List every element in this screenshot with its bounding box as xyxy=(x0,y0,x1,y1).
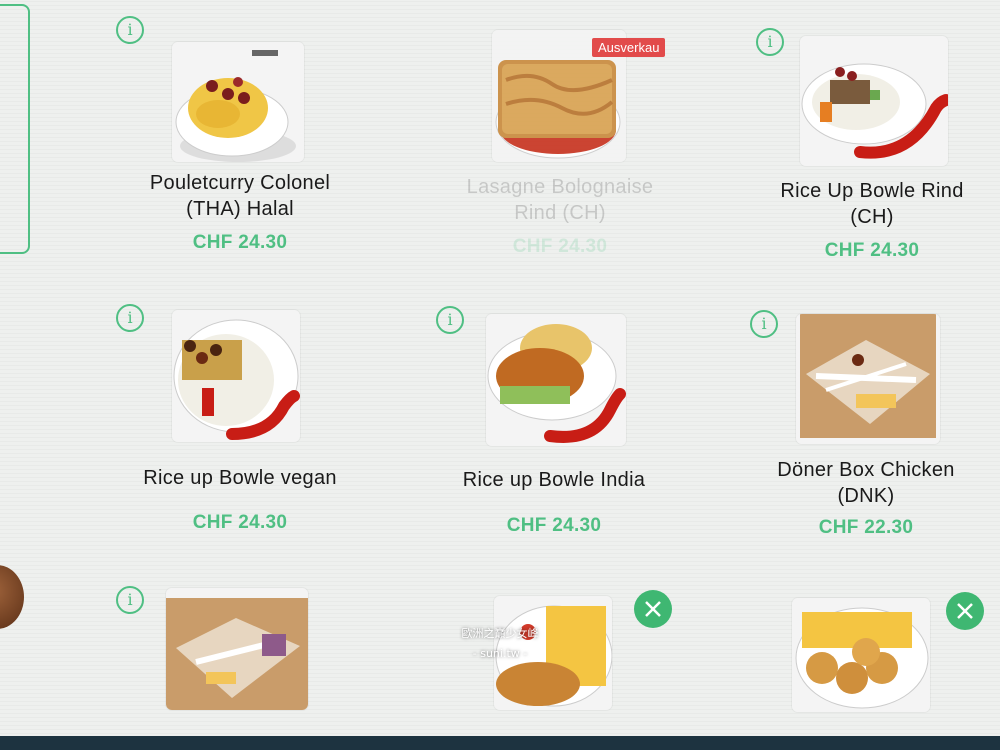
food-photo xyxy=(792,598,930,712)
food-photo xyxy=(172,42,304,162)
item-price: CHF 24.30 xyxy=(192,512,288,533)
item-name: Rice Up Bowle Rind (CH) xyxy=(780,180,964,228)
item-price: CHF 22.30 xyxy=(818,517,914,538)
sold-out-badge: Ausverkau xyxy=(592,38,666,57)
food-photo xyxy=(800,36,948,166)
item-name: Pouletcurry Colonel (THA) Halal xyxy=(149,172,331,220)
info-icon[interactable]: i xyxy=(116,304,144,332)
item-name: Lasagne Bolognaise Rind (CH) xyxy=(466,176,654,224)
food-photo xyxy=(796,314,940,444)
item-name: Rice up Bowle India xyxy=(462,469,646,491)
item-name: Rice up Bowle vegan xyxy=(143,467,337,489)
finger-overlay xyxy=(0,565,24,629)
food-photo xyxy=(166,588,308,710)
info-icon[interactable]: i xyxy=(436,306,464,334)
food-photo xyxy=(486,314,626,446)
watermark: 歐洲之巔少女峰 - suni.tw - xyxy=(461,627,539,660)
food-photo xyxy=(172,310,300,442)
item-price: CHF 24.30 xyxy=(512,236,608,257)
info-icon[interactable]: i xyxy=(116,586,144,614)
bottom-bar xyxy=(0,736,1000,750)
fork-knife-icon[interactable] xyxy=(946,592,984,630)
item-price: CHF 24.30 xyxy=(824,240,920,261)
info-icon[interactable]: i xyxy=(750,310,778,338)
info-icon[interactable]: i xyxy=(756,28,784,56)
fork-knife-icon[interactable] xyxy=(634,590,672,628)
item-price: CHF 24.30 xyxy=(506,515,602,536)
item-name: Döner Box Chicken (DNK) xyxy=(777,459,955,507)
left-category-tab[interactable] xyxy=(0,4,30,254)
item-price: CHF 24.30 xyxy=(192,232,288,253)
info-icon[interactable]: i xyxy=(116,16,144,44)
